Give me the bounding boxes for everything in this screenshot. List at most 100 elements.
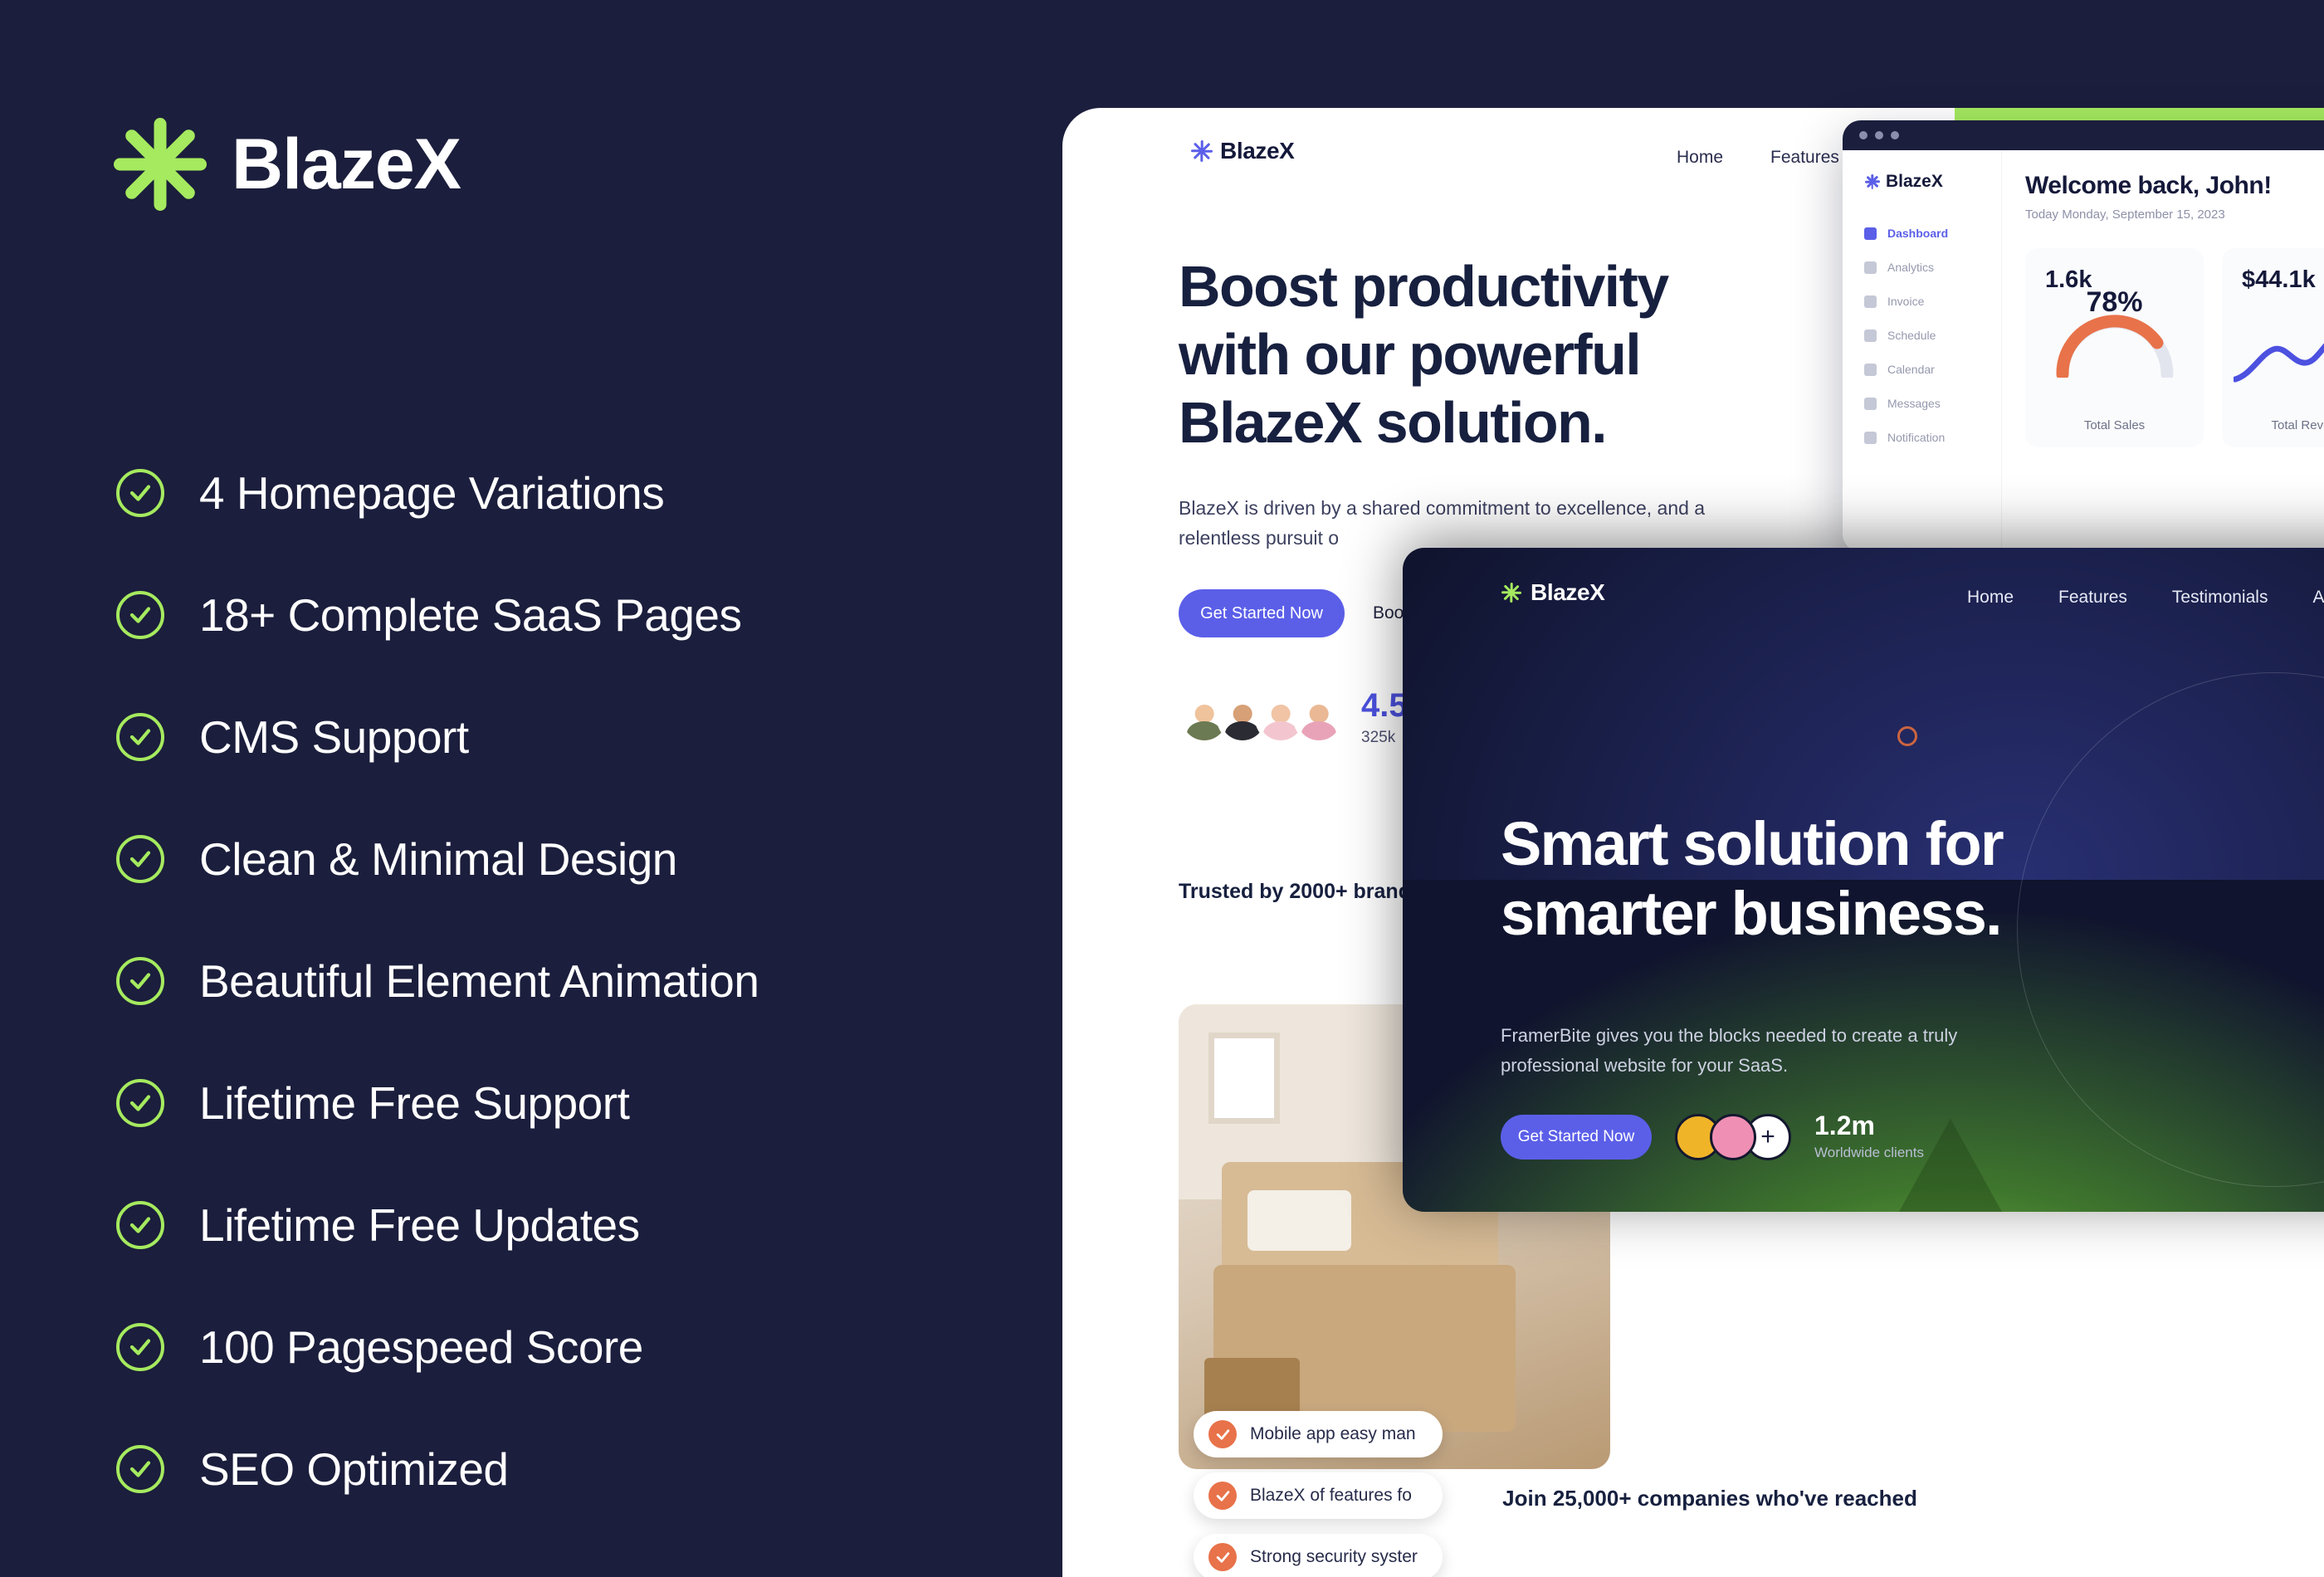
schedule-icon	[1864, 329, 1877, 342]
feature-item: 18+ Complete SaaS Pages	[116, 554, 996, 676]
brands-strip: Join 25,000+ companies who've reached no…	[1062, 1486, 2324, 1577]
asterisk-icon	[1191, 140, 1213, 162]
dark-site-subtext: FramerBite gives you the blocks needed t…	[1501, 1025, 1958, 1076]
clients-count: 1.2m	[1814, 1111, 1875, 1140]
stat-card-total-revenue: $44.1k Total Revenue	[2222, 248, 2324, 447]
stat-value: $44.1k	[2242, 266, 2316, 293]
dashboard-nav-label: Notification	[1887, 431, 1946, 444]
dashboard-brand-name: BlazeX	[1886, 172, 1943, 191]
window-dot-maximize[interactable]	[1891, 131, 1899, 139]
dark-site-headline: Smart solution for smarter business.	[1501, 809, 2004, 949]
feature-item: Beautiful Element Animation	[116, 920, 996, 1042]
feature-item: CMS Support	[116, 676, 996, 798]
dashboard-welcome: Welcome back, John!	[2025, 172, 2272, 199]
dark-nav-link-testimonials[interactable]: Testimonials	[2172, 588, 2268, 608]
dashboard-nav-item-messages[interactable]: Messages	[1864, 397, 2001, 410]
dashboard-nav-item-invoice[interactable]: Invoice	[1864, 295, 2001, 308]
feature-item: Lifetime Free Support	[116, 1042, 996, 1164]
check-circle-icon	[116, 834, 164, 883]
feature-label: 4 Homepage Variations	[199, 466, 665, 519]
dashboard-nav-label: Calendar	[1887, 363, 1935, 376]
nav-link-home[interactable]: Home	[1677, 148, 1723, 168]
check-circle-icon	[116, 1078, 164, 1127]
dark-nav-link-features[interactable]: Features	[2058, 588, 2127, 608]
sparkline-chart	[2232, 325, 2324, 391]
check-circle-icon	[1208, 1420, 1237, 1448]
dashboard-nav-item-schedule[interactable]: Schedule	[1864, 329, 2001, 342]
dashboard-nav-item-analytics[interactable]: Analytics	[1864, 261, 2001, 274]
dashboard-nav-label: Analytics	[1887, 261, 1935, 274]
client-avatar-group: +	[1675, 1113, 1791, 1160]
brands-strip-title: Join 25,000+ companies who've reached	[1502, 1486, 1917, 1511]
dark-site-brand-name: BlazeX	[1531, 579, 1605, 605]
dashboard-nav[interactable]: Dashboard Analytics Invoice Schedule Calenda…	[1864, 227, 2001, 444]
dashboard-nav-label: Messages	[1887, 397, 1941, 410]
showcase-stage: BlazeX HomeFeaturesTestimonialsAbout Sig…	[1062, 0, 2324, 1577]
dark-nav-link-about[interactable]: About	[2312, 588, 2324, 608]
primary-cta-button[interactable]: Get Started Now	[1179, 589, 1345, 637]
rating-block: 4.5 325k	[1361, 689, 1408, 747]
feature-label: SEO Optimized	[199, 1443, 509, 1495]
asterisk-icon	[112, 116, 208, 212]
check-circle-icon	[116, 590, 164, 639]
window-dot-minimize[interactable]	[1875, 131, 1883, 139]
feature-pill: Mobile app easy man	[1194, 1411, 1443, 1457]
dark-site-nav-links[interactable]: Home Features Testimonials About	[1967, 588, 2324, 608]
dashboard-sidebar: BlazeX Dashboard Analytics Invoice Schedule…	[1843, 150, 2002, 552]
feature-label: Lifetime Free Updates	[199, 1199, 640, 1251]
feature-label: 18+ Complete SaaS Pages	[199, 588, 742, 641]
feature-item: 4 Homepage Variations	[116, 432, 996, 554]
rating-count: 325k	[1361, 729, 1396, 746]
brand-name: BlazeX	[232, 124, 461, 204]
avatar	[1293, 692, 1345, 744]
dark-get-started-button[interactable]: Get Started Now	[1501, 1114, 1652, 1160]
clients-block: 1.2m Worldwide clients	[1814, 1112, 1924, 1161]
dashboard-nav-item-dashboard[interactable]: Dashboard	[1864, 227, 2001, 240]
calendar-icon	[1864, 363, 1877, 376]
check-circle-icon	[116, 468, 164, 517]
dashboard-icon	[1864, 227, 1877, 240]
avatar	[1710, 1113, 1756, 1160]
avatar-group	[1179, 692, 1345, 744]
stat-caption: Total Sales	[2083, 418, 2146, 432]
feature-list: 4 Homepage Variations 18+ Complete SaaS P…	[116, 432, 996, 1530]
feature-label: Clean & Minimal Design	[199, 832, 677, 885]
invoice-icon	[1864, 295, 1877, 308]
asterisk-icon	[1501, 582, 1522, 603]
brand-lockup: BlazeX	[112, 116, 461, 212]
check-circle-icon	[116, 1444, 164, 1493]
dark-site-cta-row: Get Started Now + 1.2m Worldwide clients	[1501, 1112, 1924, 1161]
dashboard-stat-cards: 1.6k 78% Total Sales $44.1k Total Revenu…	[2025, 248, 2324, 447]
window-titlebar	[1843, 120, 2324, 150]
dark-site-navbar: BlazeX Home Features Testimonials About	[1403, 548, 2324, 637]
window-dot-close[interactable]	[1859, 131, 1868, 139]
nav-link-features[interactable]: Features	[1770, 148, 1839, 168]
feature-item: 100 Pagespeed Score	[116, 1286, 996, 1408]
trusted-by-text: Trusted by 2000+ brand	[1179, 880, 1411, 903]
feature-item: SEO Optimized	[116, 1408, 996, 1530]
asterisk-icon	[1864, 174, 1880, 190]
feature-label: Beautiful Element Animation	[199, 954, 759, 1007]
dashboard-nav-item-calendar[interactable]: Calendar	[1864, 363, 2001, 376]
check-circle-icon	[116, 956, 164, 1005]
dark-nav-link-home[interactable]: Home	[1967, 588, 2014, 608]
dark-site-brand: BlazeX	[1501, 579, 1605, 606]
rating-value: 4.5	[1361, 687, 1408, 724]
analytics-icon	[1864, 261, 1877, 274]
dashboard-nav-label: Invoice	[1887, 295, 1925, 308]
stat-card-total-sales: 1.6k 78% Total Sales	[2025, 248, 2204, 447]
light-site-headline: Boost productivity with our powerful Bla…	[1179, 254, 1669, 455]
gauge-percent: 78%	[2086, 286, 2143, 318]
dashboard-nav-item-notification[interactable]: Notification	[1864, 431, 2001, 444]
light-site-cta-row: Get Started Now Book A	[1179, 589, 1428, 637]
notification-icon	[1864, 431, 1877, 444]
light-site-brand-name: BlazeX	[1220, 138, 1295, 164]
feature-item: Lifetime Free Updates	[116, 1164, 996, 1286]
check-circle-icon	[116, 1322, 164, 1371]
left-info-panel: BlazeX 4 Homepage Variations 18+ Complete…	[0, 0, 1062, 1577]
circle-decoration	[1897, 726, 1917, 746]
dark-site-mockup: BlazeX Home Features Testimonials About Sma…	[1403, 548, 2324, 1212]
dashboard-nav-label: Dashboard	[1887, 227, 1949, 240]
check-circle-icon	[116, 1200, 164, 1249]
feature-label: Lifetime Free Support	[199, 1077, 630, 1129]
